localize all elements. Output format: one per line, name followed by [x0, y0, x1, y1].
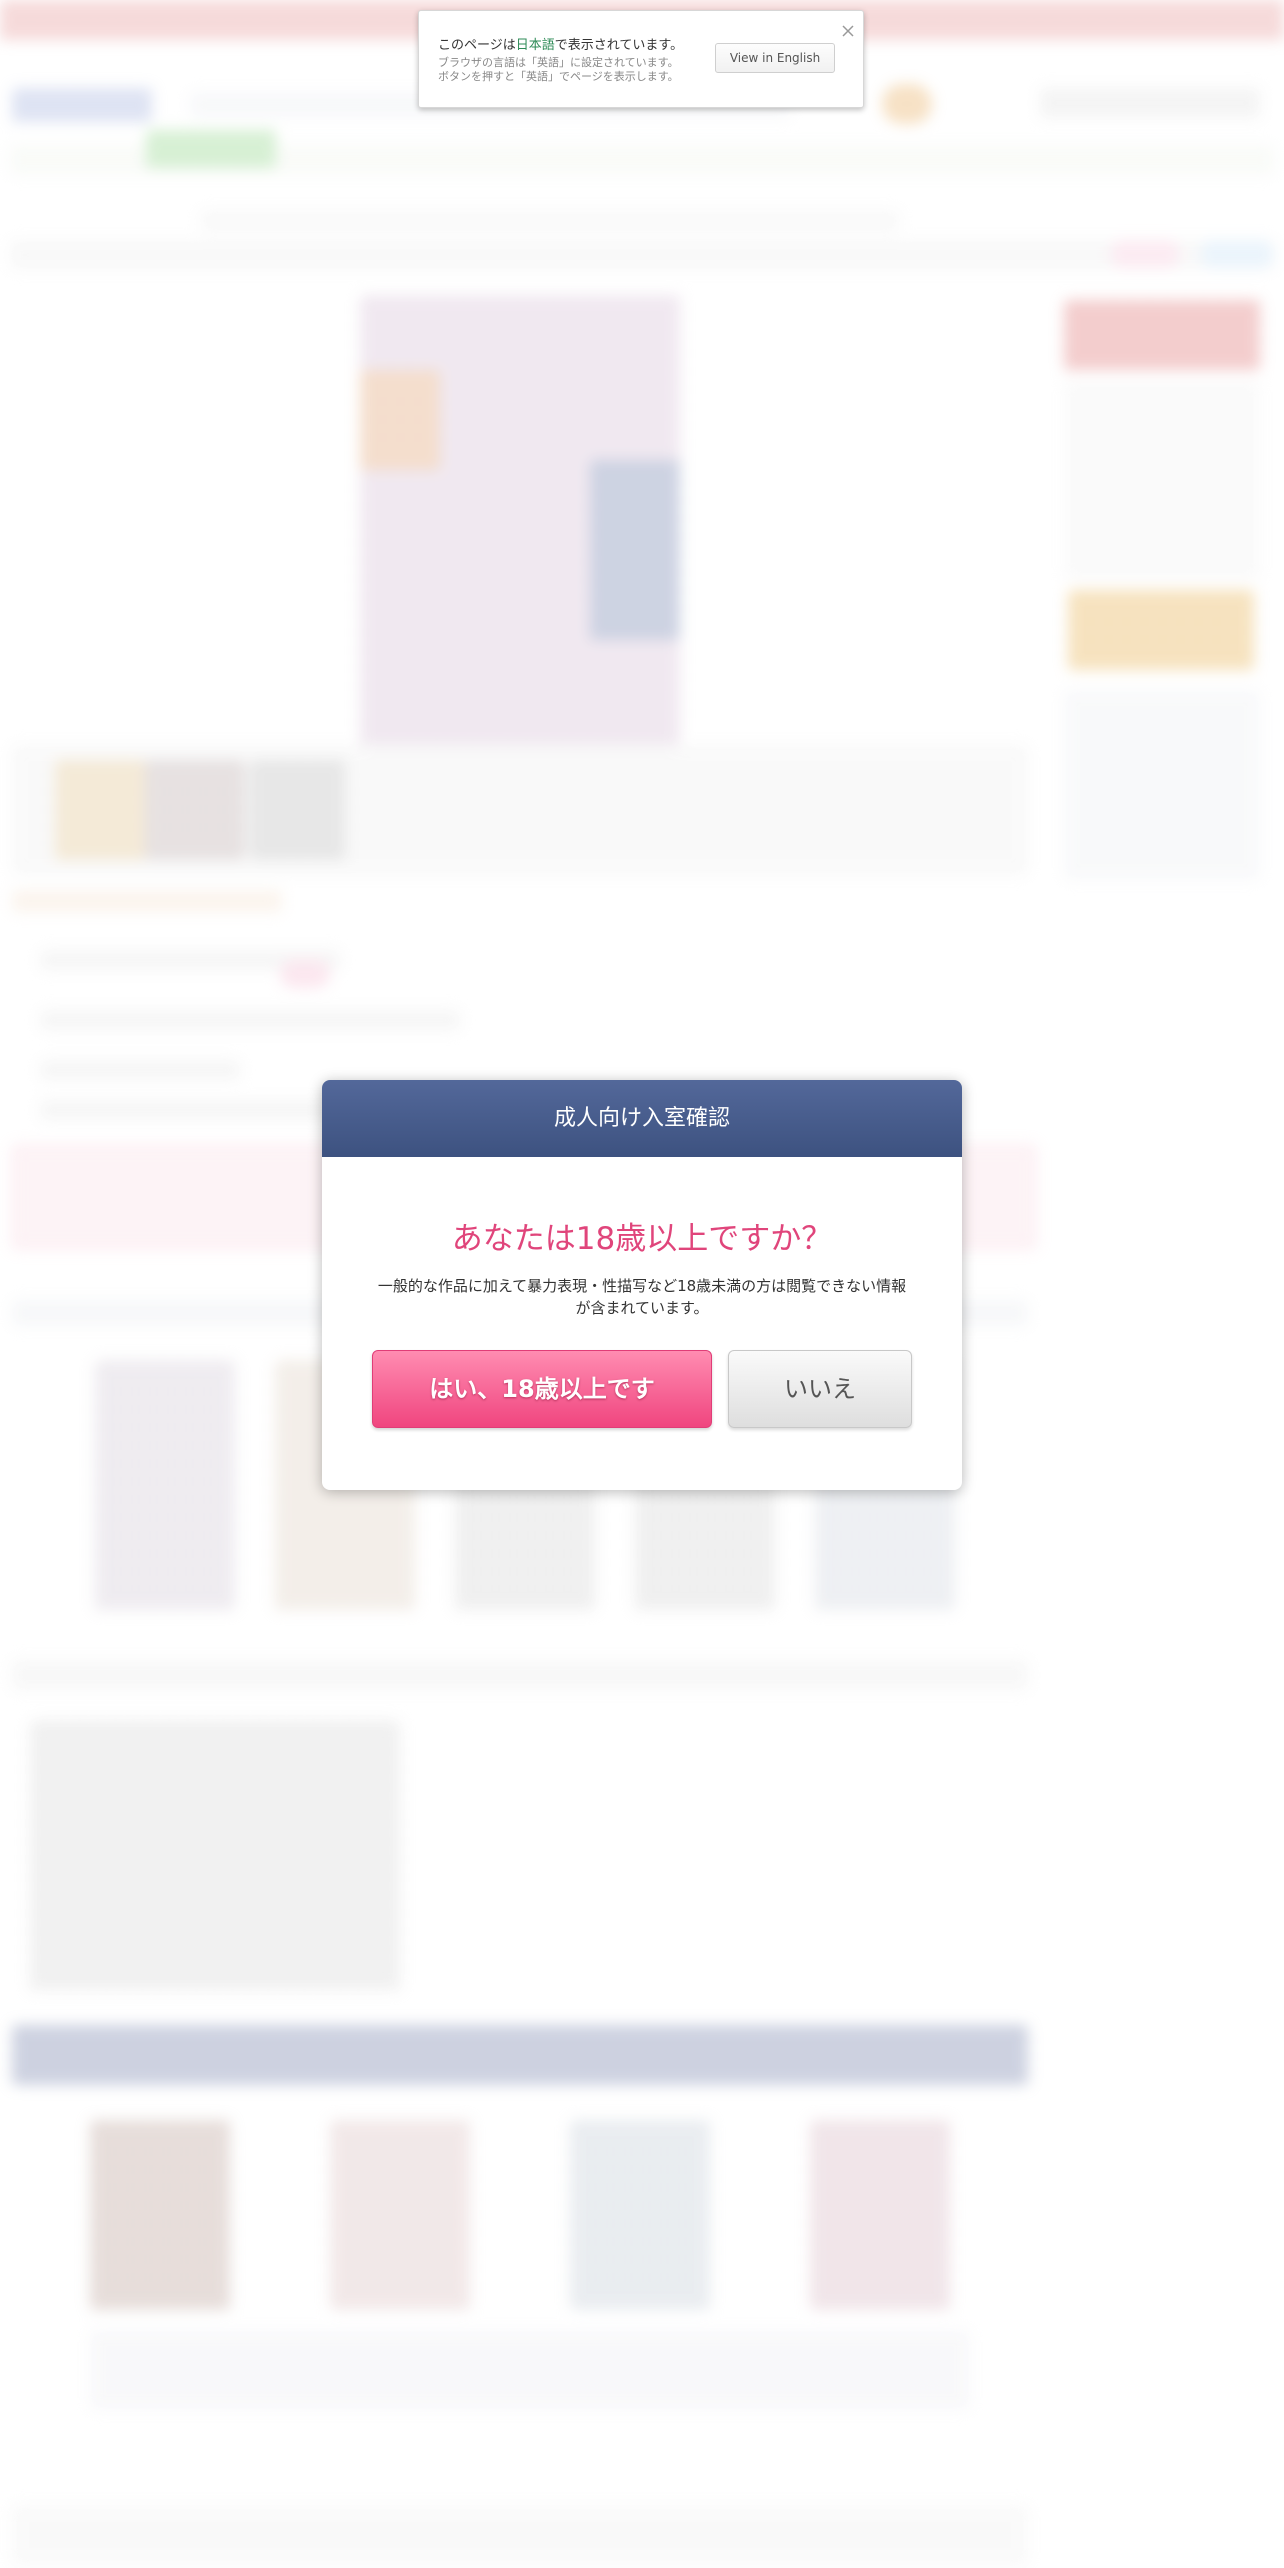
translate-bar-language: 日本語	[515, 38, 555, 53]
translate-bar-note: ブラウザの言語は「英語」に設定されています。 ボタンを押すと「英語」でページを表…	[438, 56, 718, 84]
view-in-english-button[interactable]: View in English	[715, 43, 835, 73]
modal-title: 成人向け入室確認	[322, 1080, 962, 1157]
confirm-adult-button[interactable]: はい、18歳以上です	[372, 1350, 712, 1428]
translate-bar-note-line1: ブラウザの言語は「英語」に設定されています。	[438, 56, 679, 69]
age-description: 一般的な作品に加えて暴力表現・性描写など18歳未満の方は閲覧できない情報が含まれ…	[377, 1277, 907, 1317]
translate-bar: このページは日本語で表示されています。 ブラウザの言語は「英語」に設定されていま…	[418, 10, 864, 108]
close-icon[interactable]	[840, 23, 856, 39]
decline-button[interactable]: いいえ	[728, 1350, 912, 1428]
age-verification-modal: 成人向け入室確認 あなたは18歳以上ですか？ 一般的な作品に加えて暴力表現・性描…	[322, 1080, 962, 1490]
translate-bar-message: このページは日本語で表示されています。	[438, 38, 684, 53]
translate-bar-note-line2: ボタンを押すと「英語」でページを表示します。	[438, 70, 679, 83]
age-question: あなたは18歳以上ですか？	[451, 1221, 833, 1257]
